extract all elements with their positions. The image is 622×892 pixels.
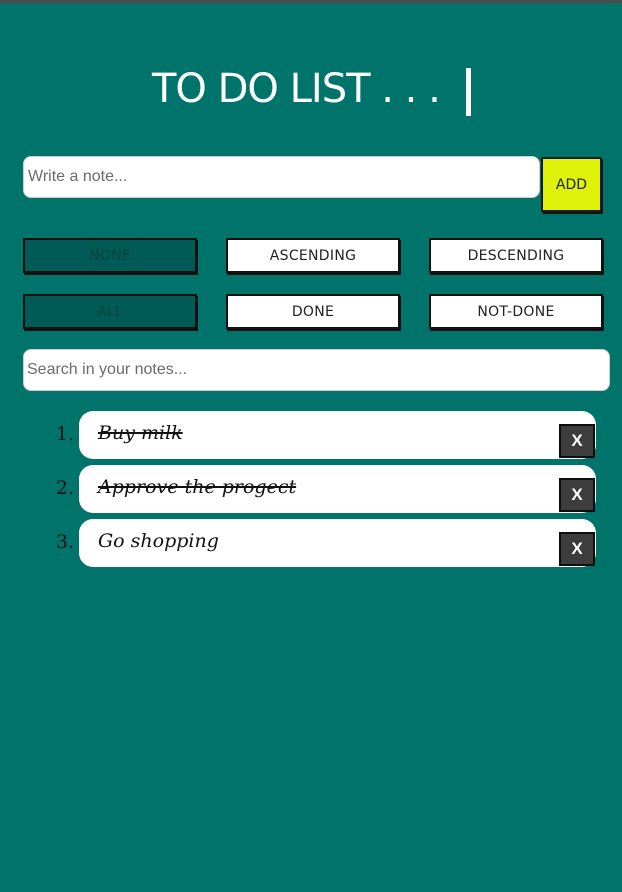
sort-ascending-button[interactable]: ASCENDING: [226, 238, 400, 273]
todo-item: 3. Go shopping X: [0, 519, 622, 567]
delete-button[interactable]: X: [559, 532, 595, 566]
todo-text[interactable]: Buy milk: [98, 422, 183, 444]
filter-not-done-button[interactable]: NOT-DONE: [429, 294, 603, 329]
add-button[interactable]: ADD: [541, 157, 602, 212]
todo-item: 2. Approve the progect X: [0, 465, 622, 513]
todo-number: 1.: [55, 423, 74, 445]
page-title: TO DO LIST . . .: [152, 66, 441, 112]
todo-text[interactable]: Approve the progect: [98, 476, 296, 498]
todo-item: 1. Buy milk X: [0, 411, 622, 459]
delete-button[interactable]: X: [559, 424, 595, 458]
sort-descending-button[interactable]: DESCENDING: [429, 238, 603, 273]
todo-text[interactable]: Go shopping: [98, 530, 219, 552]
sort-none-button[interactable]: NONE: [23, 238, 197, 273]
todo-number: 2.: [55, 477, 74, 499]
search-input[interactable]: [23, 349, 610, 391]
window-top-border: [0, 0, 622, 3]
delete-button[interactable]: X: [559, 478, 595, 512]
title-cursor-bar: [466, 68, 471, 116]
todo-number: 3.: [55, 531, 74, 553]
filter-all-button[interactable]: ALL: [23, 294, 197, 329]
note-input[interactable]: [23, 156, 540, 198]
filter-done-button[interactable]: DONE: [226, 294, 400, 329]
